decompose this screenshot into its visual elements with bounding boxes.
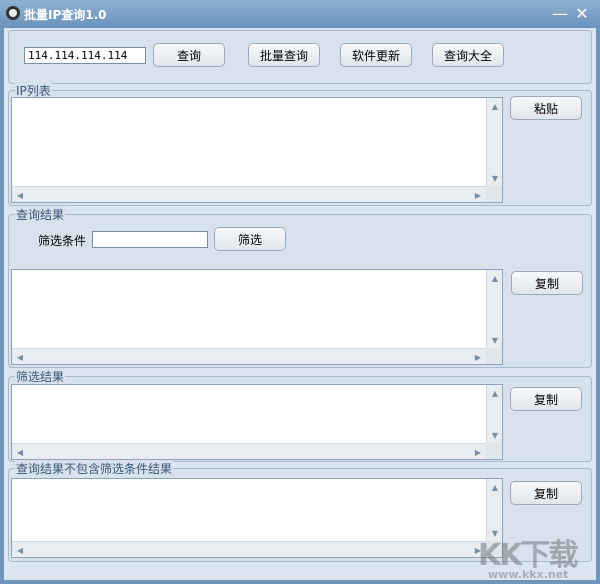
watermark-url: www.kkx.net [488, 568, 569, 581]
filtered-results-textarea: ▲ ▼ ◀ ▶ [11, 384, 503, 460]
scroll-left-icon[interactable]: ◀ [12, 542, 28, 558]
scroll-corner [486, 443, 502, 459]
app-camera-icon [6, 6, 20, 20]
scroll-right-icon[interactable]: ▶ [470, 187, 486, 203]
query-results-group: 查询结果 筛选条件 筛选 ▲ ▼ ◀ ▶ 复制 [8, 206, 592, 368]
excluded-results-label: 查询结果不包含筛选条件结果 [15, 460, 174, 477]
software-update-button[interactable]: 软件更新 [340, 43, 412, 67]
toolbar-group: 查询 批量查询 软件更新 查询大全 [8, 30, 592, 84]
copy-excluded-button[interactable]: 复制 [510, 481, 582, 505]
scroll-left-icon[interactable]: ◀ [12, 444, 28, 460]
scroll-down-icon[interactable]: ▼ [487, 170, 503, 186]
horizontal-scrollbar[interactable]: ◀ ▶ [12, 348, 486, 364]
ip-list-group: IP列表 ▲ ▼ ◀ ▶ 粘贴 [8, 82, 592, 206]
ip-list-input[interactable] [12, 98, 486, 186]
horizontal-scrollbar[interactable]: ◀ ▶ [12, 443, 486, 459]
close-button[interactable]: ✕ [572, 4, 592, 23]
scroll-down-icon[interactable]: ▼ [487, 332, 503, 348]
query-results-label: 查询结果 [15, 206, 66, 223]
vertical-scrollbar[interactable]: ▲ ▼ [486, 385, 502, 443]
ip-input[interactable] [24, 47, 146, 64]
query-results-textarea: ▲ ▼ ◀ ▶ [11, 269, 503, 365]
filter-button[interactable]: 筛选 [214, 227, 286, 251]
client-area: 查询 批量查询 软件更新 查询大全 IP列表 ▲▼ ◀▶ 粘贴 查询结果 筛选条… [4, 28, 596, 580]
filtered-results-label: 筛选结果 [15, 368, 66, 385]
scroll-right-icon[interactable]: ▶ [470, 349, 486, 365]
copy-filtered-button[interactable]: 复制 [510, 387, 582, 411]
query-all-button[interactable]: 查询大全 [432, 43, 504, 67]
horizontal-scrollbar[interactable]: ◀ ▶ [12, 541, 486, 557]
scroll-corner [486, 186, 502, 202]
scroll-left-icon[interactable]: ◀ [12, 187, 28, 203]
scroll-up-icon[interactable]: ▲ [487, 270, 503, 286]
title-bar: 批量IP查询1.0 — ✕ [0, 0, 600, 28]
scroll-up-icon[interactable]: ▲ [487, 98, 503, 114]
copy-results-button[interactable]: 复制 [511, 271, 583, 295]
paste-button[interactable]: 粘贴 [510, 96, 582, 120]
scroll-up-icon[interactable]: ▲ [487, 479, 503, 495]
filtered-results-group: 筛选结果 ▲ ▼ ◀ ▶ 复制 [8, 368, 592, 462]
app-window: 批量IP查询1.0 — ✕ 查询 批量查询 软件更新 查询大全 IP列表 ▲▼ … [0, 0, 600, 584]
query-button[interactable]: 查询 [153, 43, 225, 67]
scroll-down-icon[interactable]: ▼ [487, 427, 503, 443]
vertical-scrollbar[interactable]: ▲ ▼ [486, 270, 502, 348]
horizontal-scrollbar[interactable]: ◀ ▶ [12, 186, 486, 202]
batch-query-button[interactable]: 批量查询 [248, 43, 320, 67]
excluded-results-textarea: ▲ ▼ ◀ ▶ [11, 478, 503, 558]
vertical-scrollbar[interactable]: ▲ ▼ [486, 98, 502, 186]
excluded-results-input[interactable] [12, 479, 486, 541]
query-results-input[interactable] [12, 270, 486, 348]
scroll-corner [486, 348, 502, 364]
filtered-results-input[interactable] [12, 385, 486, 443]
window-title: 批量IP查询1.0 [24, 8, 107, 22]
scroll-left-icon[interactable]: ◀ [12, 349, 28, 365]
filter-condition-label: 筛选条件 [38, 234, 87, 248]
scroll-right-icon[interactable]: ▶ [470, 444, 486, 460]
filter-condition-input[interactable] [92, 231, 208, 248]
scroll-up-icon[interactable]: ▲ [487, 385, 503, 401]
ip-list-textarea: ▲ ▼ ◀ ▶ [11, 97, 503, 203]
minimize-button[interactable]: — [550, 4, 570, 23]
